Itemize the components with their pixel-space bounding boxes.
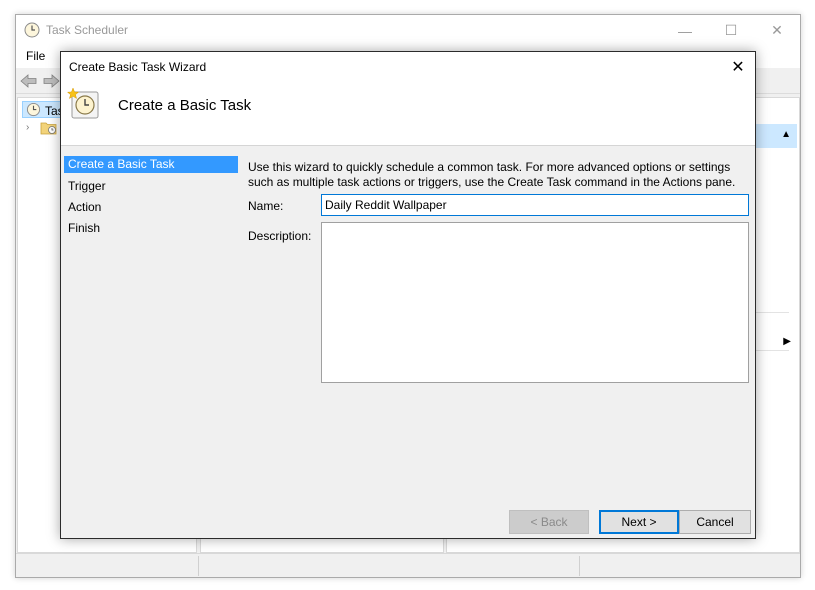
create-basic-task-wizard: Create Basic Task Wizard ✕ Create a Basi… — [60, 51, 756, 539]
description-label: Description: — [248, 229, 312, 243]
next-button[interactable]: Next > — [599, 510, 679, 534]
name-label: Name: — [248, 199, 284, 213]
wizard-titlebar: Create Basic Task Wizard ✕ — [61, 52, 755, 82]
step-create-basic-task[interactable]: Create a Basic Task — [64, 156, 238, 173]
wizard-header: Create a Basic Task — [61, 82, 755, 146]
clock-icon — [26, 102, 41, 117]
wizard-intro-text: Use this wizard to quickly schedule a co… — [248, 160, 736, 189]
wizard-close-button[interactable]: ✕ — [721, 52, 755, 82]
step-action[interactable]: Action — [64, 198, 238, 219]
chevron-right-icon[interactable]: › — [26, 122, 29, 133]
collapse-up-icon[interactable]: ▲ — [781, 129, 791, 140]
wizard-heading: Create a Basic Task — [118, 97, 252, 114]
task-clock-icon — [67, 87, 99, 119]
status-bar — [16, 553, 800, 577]
minimize-button[interactable]: — — [662, 15, 708, 46]
back-button[interactable]: < Back — [509, 510, 589, 534]
wizard-title: Create Basic Task Wizard — [69, 60, 207, 74]
back-arrow-icon[interactable] — [20, 73, 38, 89]
status-divider — [579, 556, 580, 576]
status-divider — [198, 556, 199, 576]
clock-icon — [24, 22, 40, 38]
menu-file[interactable]: File — [26, 49, 45, 63]
maximize-button[interactable]: ☐ — [708, 15, 754, 46]
folder-clock-icon[interactable] — [40, 120, 58, 136]
step-trigger[interactable]: Trigger — [64, 177, 238, 198]
cancel-button[interactable]: Cancel — [679, 510, 751, 534]
wizard-step-list: Create a Basic Task Trigger Action Finis… — [64, 156, 238, 240]
step-finish[interactable]: Finish — [64, 219, 238, 240]
main-window-title: Task Scheduler — [46, 23, 129, 37]
description-field[interactable] — [321, 222, 749, 383]
chevron-right-icon[interactable]: ▶ — [783, 336, 791, 347]
forward-arrow-icon[interactable] — [42, 73, 60, 89]
name-field[interactable] — [321, 194, 749, 216]
main-titlebar: Task Scheduler — ☐ ✕ — [16, 15, 800, 46]
main-close-button[interactable]: ✕ — [754, 15, 800, 46]
